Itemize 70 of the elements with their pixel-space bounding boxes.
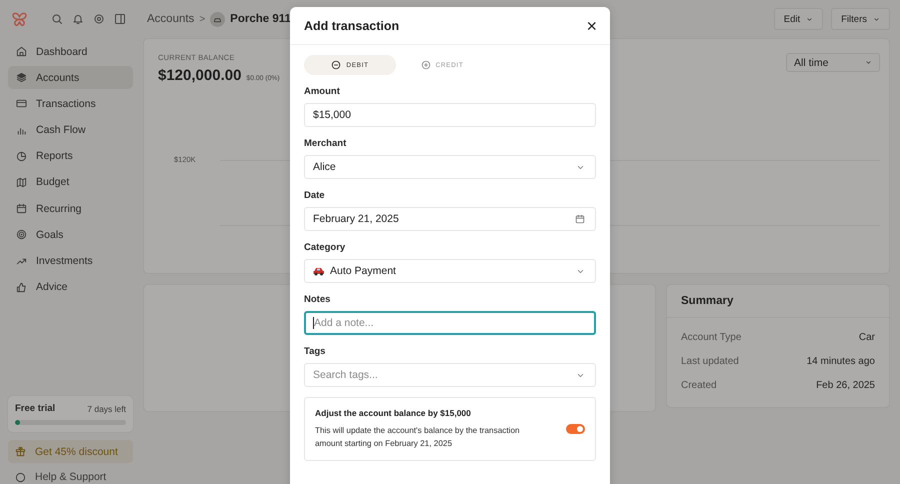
- search-button[interactable]: [51, 13, 63, 25]
- trial-remaining: 7 days left: [87, 404, 126, 414]
- summary-title: Summary: [667, 285, 889, 318]
- trend-icon: [16, 256, 27, 266]
- select-field[interactable]: Alice: [304, 155, 596, 179]
- nav-item[interactable]: Budget: [8, 170, 133, 194]
- adjust-title: Adjust the account balance by $15,000: [315, 408, 472, 418]
- toggle-switch[interactable]: [566, 424, 585, 434]
- layers-icon: [16, 72, 27, 84]
- nav-item[interactable]: Cash Flow: [8, 118, 133, 142]
- header-dropdown-button[interactable]: Edit: [774, 8, 824, 30]
- plus-circle-icon: [420, 60, 431, 70]
- nav-item[interactable]: Transactions: [8, 92, 133, 116]
- map-icon: [16, 176, 27, 188]
- field-label: Category: [304, 242, 346, 254]
- nav-item[interactable]: Dashboard: [8, 40, 133, 63]
- field-label: Date: [304, 190, 326, 202]
- summary-label: Last updated: [681, 356, 739, 366]
- breadcrumb-link[interactable]: Accounts: [147, 13, 194, 25]
- summary-value: Car: [858, 332, 875, 342]
- field-label: Notes: [304, 294, 332, 306]
- target-icon: [16, 229, 27, 240]
- input-field[interactable]: $15,000: [304, 103, 596, 127]
- header-dropdown-button[interactable]: Filters: [831, 8, 890, 30]
- chevron-icon: [865, 59, 872, 66]
- summary-value: 14 minutes ago: [806, 356, 875, 366]
- help-link[interactable]: Help & Support: [8, 470, 133, 484]
- butterfly-logo: [11, 10, 28, 28]
- dialog-title: Add transaction: [304, 18, 400, 32]
- bell-icon: [72, 13, 84, 25]
- minus-circle-icon: [331, 60, 342, 70]
- panel-icon: [114, 13, 126, 25]
- search-icon: [51, 13, 63, 25]
- calendar-icon: [16, 203, 27, 214]
- chevron-icon: [806, 16, 814, 22]
- select-field[interactable]: Search tags...: [304, 363, 596, 387]
- circle-icon: [15, 472, 26, 482]
- settings-icon: [93, 13, 105, 25]
- summary-label: Created: [681, 380, 717, 390]
- calendar-icon: [575, 214, 585, 224]
- range-select[interactable]: All time: [786, 53, 880, 72]
- field-label: Amount: [304, 86, 341, 98]
- sidebar-toggle-button[interactable]: [114, 13, 126, 25]
- nav-item[interactable]: Investments: [8, 250, 133, 272]
- card-icon: [16, 98, 27, 110]
- nav-item[interactable]: Recurring: [8, 197, 133, 220]
- nav-item[interactable]: Goals: [8, 223, 133, 246]
- pie-chart-icon: [16, 150, 27, 162]
- close-button[interactable]: ×: [586, 18, 597, 34]
- gift-icon: [15, 446, 26, 457]
- summary-label: Account Type: [681, 332, 742, 342]
- chevron-icon: [873, 16, 880, 22]
- select-field[interactable]: Auto Payment: [304, 259, 596, 283]
- adjust-description: This will update the account's balance by the transaction amount starting on February 21, 2025: [315, 425, 521, 450]
- account-title: Porche 911: [230, 13, 291, 25]
- nav-item[interactable]: Accounts: [8, 66, 133, 90]
- field-label: Tags: [304, 346, 326, 358]
- notifications-button[interactable]: [72, 13, 84, 25]
- settings-button[interactable]: [93, 13, 105, 25]
- field-label: Merchant: [304, 138, 348, 150]
- thumbs-up-icon: [16, 282, 27, 293]
- summary-value: Feb 26, 2025: [816, 380, 875, 390]
- home-icon: [16, 46, 27, 57]
- breadcrumb-separator: >: [199, 14, 206, 24]
- nav-item[interactable]: Reports: [8, 144, 133, 168]
- trial-title: Free trial: [15, 403, 56, 414]
- nav-item[interactable]: Advice: [8, 276, 133, 299]
- date-field[interactable]: February 21, 2025: [304, 207, 596, 231]
- input-field[interactable]: Add a note...: [304, 311, 596, 335]
- balance-amount: $120,000.00: [158, 67, 242, 84]
